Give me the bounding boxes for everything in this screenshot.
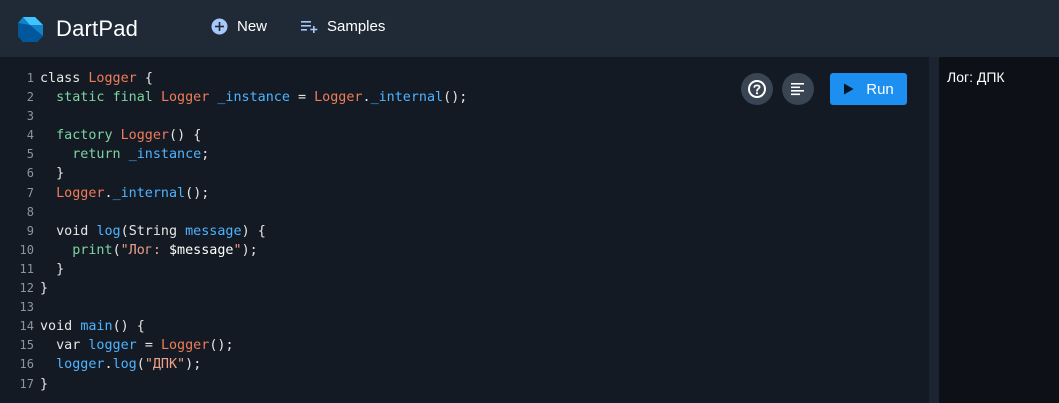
code-line[interactable]: 2 static final Logger _instance = Logger…: [0, 88, 468, 107]
code-line[interactable]: 15 var logger = Logger();: [0, 336, 467, 355]
code-line[interactable]: 4 factory Logger() {: [0, 126, 467, 145]
logo: DartPad: [15, 14, 138, 44]
play-icon: [844, 83, 854, 95]
code-line[interactable]: 12}: [0, 279, 467, 298]
playlist-add-icon: [301, 20, 318, 33]
output-text: Лог: ДПК: [947, 69, 1005, 85]
line-number: 16: [19, 357, 34, 372]
line-code[interactable]: return _instance;: [40, 145, 209, 164]
line-number: 3: [26, 109, 34, 124]
line-code[interactable]: }: [40, 260, 64, 279]
line-number: 13: [19, 300, 34, 315]
line-code[interactable]: }: [40, 279, 48, 298]
code-editor[interactable]: 1 class Logger {2 static final Logger _in…: [0, 57, 929, 403]
code-line[interactable]: 8: [0, 203, 467, 222]
line-code[interactable]: var logger = Logger();: [40, 336, 233, 355]
line-number: 11: [19, 261, 34, 276]
format-align-icon: [791, 83, 804, 96]
line-number: 5: [26, 147, 34, 162]
line-code[interactable]: }: [40, 164, 64, 183]
add-circle-icon: [211, 18, 228, 35]
code-line[interactable]: 10 print("Лог: $message");: [0, 241, 467, 260]
code-line[interactable]: 11 }: [0, 260, 467, 279]
code-line[interactable]: 16 logger.log("ДПК");: [0, 355, 467, 374]
line-number: 10: [19, 242, 34, 257]
code-line[interactable]: 3: [0, 107, 467, 126]
new-button[interactable]: New: [211, 18, 267, 35]
code-line[interactable]: 13: [0, 298, 467, 317]
help-circle-icon: [748, 80, 766, 98]
new-label: New: [237, 18, 268, 35]
samples-button[interactable]: Samples: [301, 18, 385, 35]
split-divider[interactable]: [929, 57, 939, 403]
line-code[interactable]: Logger._internal();: [40, 184, 209, 203]
code-line[interactable]: 6 }: [0, 164, 467, 183]
line-number: 4: [26, 128, 34, 143]
line-number: 17: [19, 376, 34, 391]
dart-logo-icon: [18, 16, 43, 42]
line-number: 12: [19, 281, 34, 296]
help-button[interactable]: [741, 73, 773, 105]
samples-label: Samples: [327, 18, 386, 35]
line-number: 9: [26, 223, 34, 238]
code-lines[interactable]: 1 class Logger {2 static final Logger _in…: [0, 69, 468, 394]
code-line[interactable]: 17}: [0, 375, 467, 394]
app-header: DartPad New Samples: [0, 0, 1059, 57]
line-code[interactable]: logger.log("ДПК");: [40, 355, 201, 374]
run-button[interactable]: Run: [830, 73, 907, 105]
code-line[interactable]: 9 void log(String message) {: [0, 222, 467, 241]
output-panel: Лог: ДПК: [939, 57, 1059, 403]
line-number: 1: [26, 71, 34, 85]
code-line[interactable]: 14 void main() {: [0, 317, 467, 336]
line-code[interactable]: print("Лог: $message");: [40, 241, 257, 260]
line-number: 6: [26, 166, 34, 181]
line-number: 14: [19, 319, 34, 334]
line-code[interactable]: }: [40, 375, 48, 394]
line-number: 15: [19, 338, 34, 353]
app-title: DartPad: [56, 15, 139, 41]
line-code[interactable]: void log(String message) {: [40, 222, 266, 241]
line-code[interactable]: void main() {: [40, 317, 145, 336]
line-code[interactable]: class Logger {: [40, 69, 153, 88]
line-code[interactable]: factory Logger() {: [40, 126, 201, 145]
line-number: 7: [26, 185, 34, 200]
run-label: Run: [866, 80, 894, 98]
code-line[interactable]: 5 return _instance;: [0, 145, 467, 164]
code-line[interactable]: 1 class Logger {: [0, 69, 467, 88]
line-code[interactable]: static final Logger _instance = Logger._…: [40, 88, 467, 107]
code-line[interactable]: 7 Logger._internal();: [0, 184, 467, 203]
line-number: 2: [26, 90, 34, 105]
line-number: 8: [26, 204, 34, 219]
format-button[interactable]: [782, 73, 814, 105]
